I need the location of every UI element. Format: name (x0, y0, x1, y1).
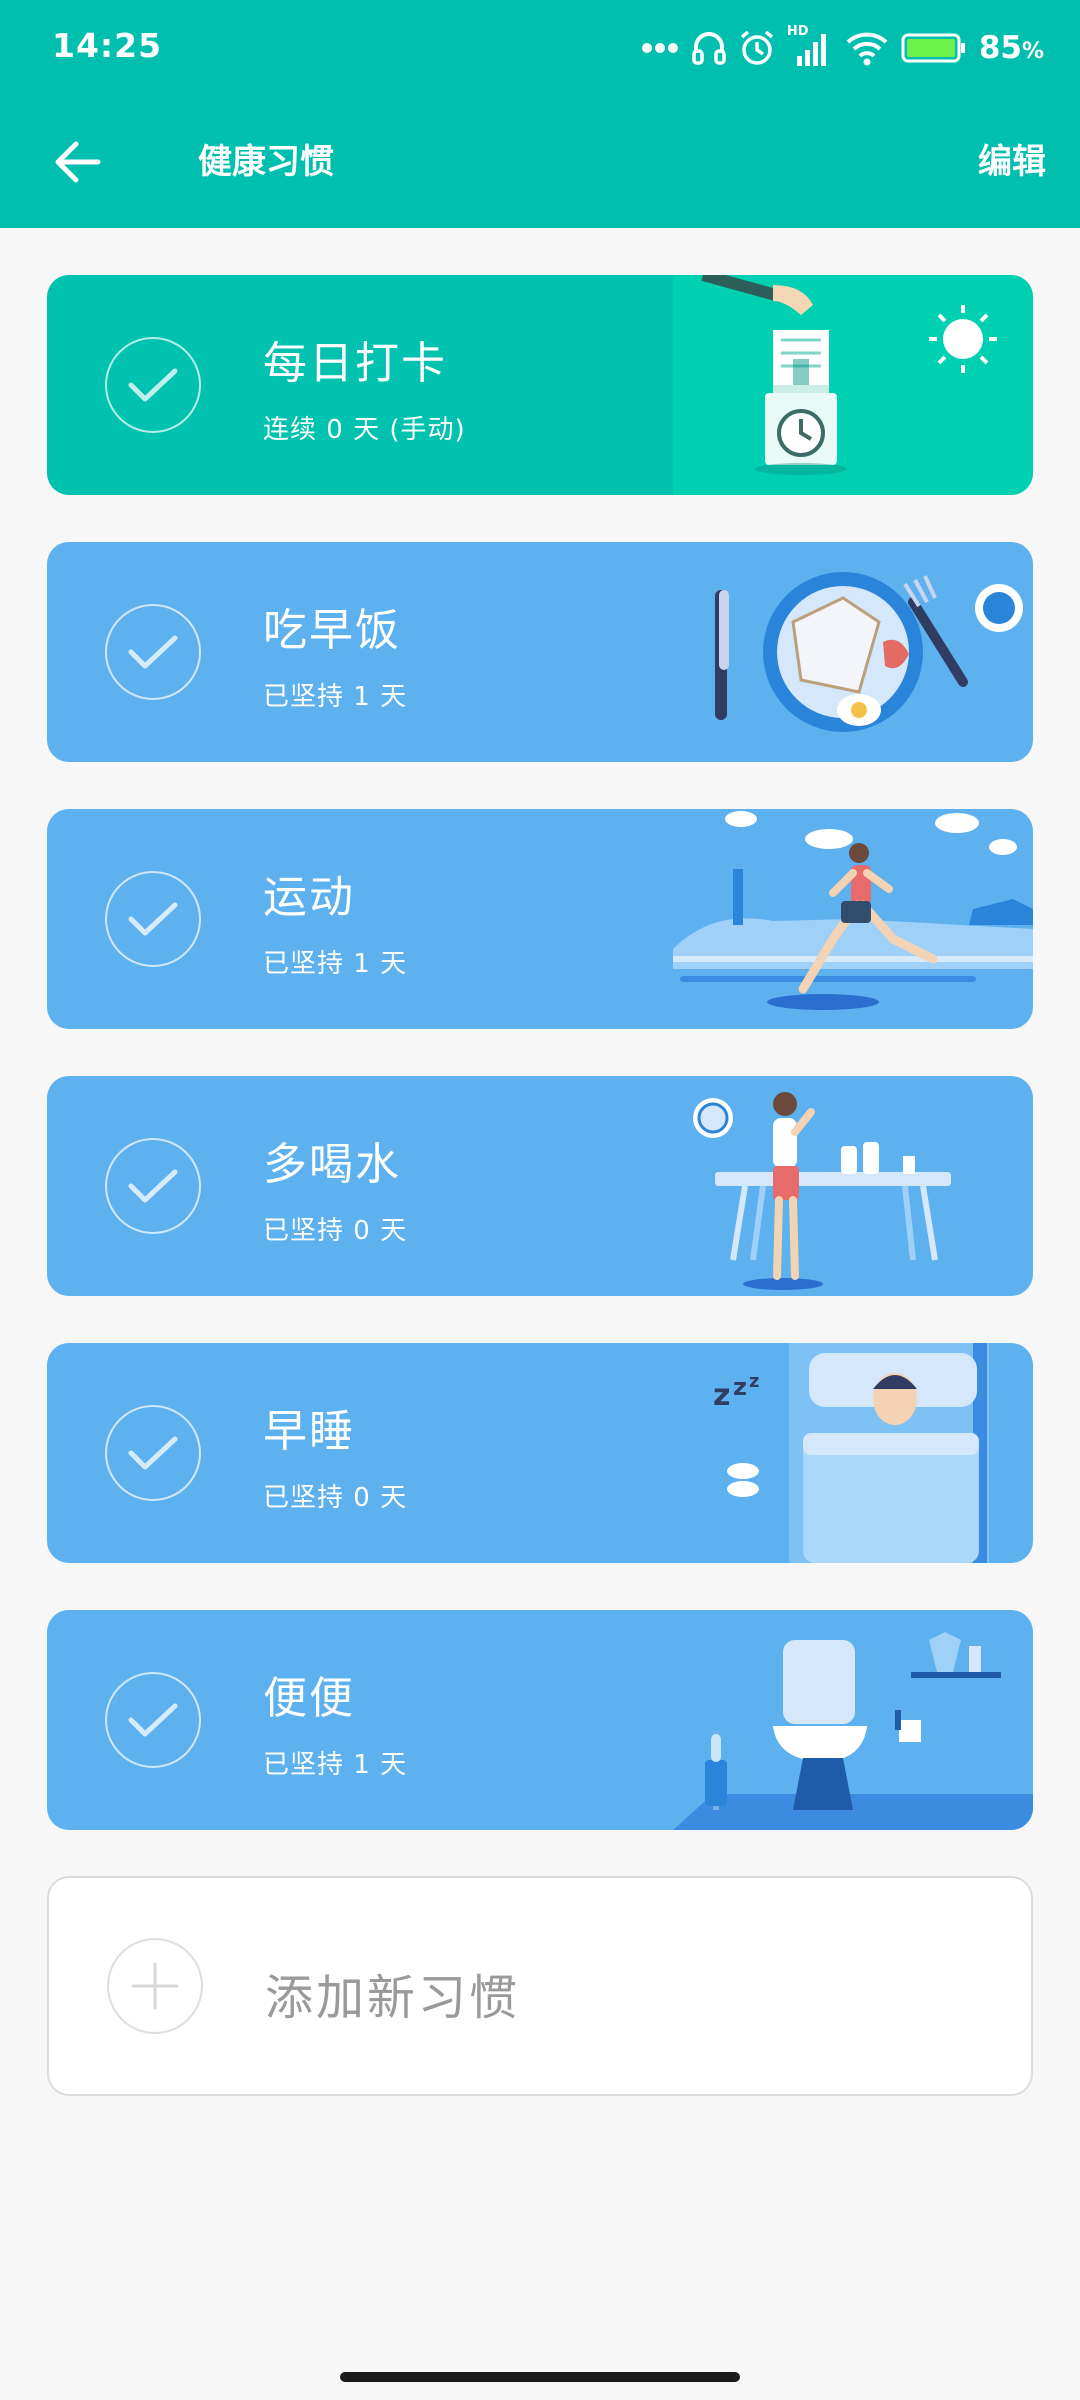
habit-streak: 已坚持 1 天 (263, 1750, 408, 1780)
habit-name: 吃早饭 (263, 605, 401, 656)
checkmark-icon (128, 1436, 178, 1470)
habit-card-early-sleep[interactable]: z z z 早睡 已坚持 0 天 (47, 1343, 1033, 1563)
habit-name: 早睡 (263, 1406, 355, 1457)
edit-button[interactable]: 编辑 (978, 134, 1046, 183)
back-button[interactable] (42, 126, 114, 198)
battery-percent: 85% (978, 30, 1044, 66)
check-in-button[interactable] (105, 1405, 201, 1501)
headset-icon (692, 32, 726, 65)
habit-name: 便便 (263, 1673, 355, 1724)
back-arrow-icon (55, 141, 101, 183)
checkmark-icon (128, 902, 178, 936)
check-in-button[interactable] (105, 1672, 201, 1768)
svg-text:z: z (713, 1378, 730, 1413)
add-habit-card[interactable]: 添加新习惯 (47, 1876, 1033, 2096)
app-bar: 健康习惯 编辑 (0, 96, 1080, 228)
punch-clock-illustration (673, 275, 1033, 495)
svg-text:z: z (749, 1371, 759, 1392)
habit-card-bowel[interactable]: 便便 已坚持 1 天 (47, 1610, 1033, 1830)
checkmark-icon (128, 1703, 178, 1737)
check-in-button[interactable] (105, 337, 201, 433)
habit-streak: 已坚持 1 天 (263, 682, 408, 712)
breakfast-illustration (715, 572, 1023, 732)
gesture-nav-handle[interactable] (340, 2372, 740, 2382)
habit-card-drink-water[interactable]: 多喝水 已坚持 0 天 (47, 1076, 1033, 1296)
add-button[interactable] (107, 1938, 203, 2034)
status-icons: HD 85% (641, 24, 1044, 70)
more-dots-icon (641, 43, 678, 53)
checkmark-icon (128, 635, 178, 669)
running-illustration (673, 811, 1033, 1010)
check-in-button[interactable] (105, 604, 201, 700)
status-bar: 14:25 HD 85% (0, 0, 1080, 96)
signal-icon: HD (787, 24, 833, 68)
habit-card-daily-checkin[interactable]: 每日打卡 连续 0 天 (手动) (47, 275, 1033, 495)
checkmark-icon (128, 368, 178, 402)
page-title: 健康习惯 (198, 142, 334, 182)
add-habit-label: 添加新习惯 (265, 1970, 521, 2026)
toilet-illustration (673, 1632, 1033, 1830)
check-in-button[interactable] (105, 871, 201, 967)
habit-streak: 连续 0 天 (手动) (263, 415, 466, 445)
sleeping-illustration: z z z (713, 1343, 989, 1563)
drinking-water-illustration (693, 1092, 951, 1290)
alarm-icon (740, 30, 773, 65)
check-in-button[interactable] (105, 1138, 201, 1234)
habit-card-breakfast[interactable]: 吃早饭 已坚持 1 天 (47, 542, 1033, 762)
habit-name: 每日打卡 (263, 338, 447, 389)
status-time: 14:25 (52, 26, 163, 65)
svg-text:z: z (733, 1373, 747, 1401)
habit-streak: 已坚持 1 天 (263, 949, 408, 979)
habit-card-exercise[interactable]: 运动 已坚持 1 天 (47, 809, 1033, 1029)
habit-name: 多喝水 (263, 1139, 401, 1190)
battery-unit: % (1021, 39, 1044, 64)
habit-streak: 已坚持 0 天 (263, 1216, 408, 1246)
plus-icon (131, 1962, 179, 2010)
habit-name: 运动 (263, 872, 355, 923)
checkmark-icon (128, 1169, 178, 1203)
habit-streak: 已坚持 0 天 (263, 1483, 408, 1513)
battery-icon (901, 33, 965, 63)
wifi-icon (846, 32, 888, 66)
top-bar: 14:25 HD 85% 健康习惯 编辑 (0, 0, 1080, 228)
